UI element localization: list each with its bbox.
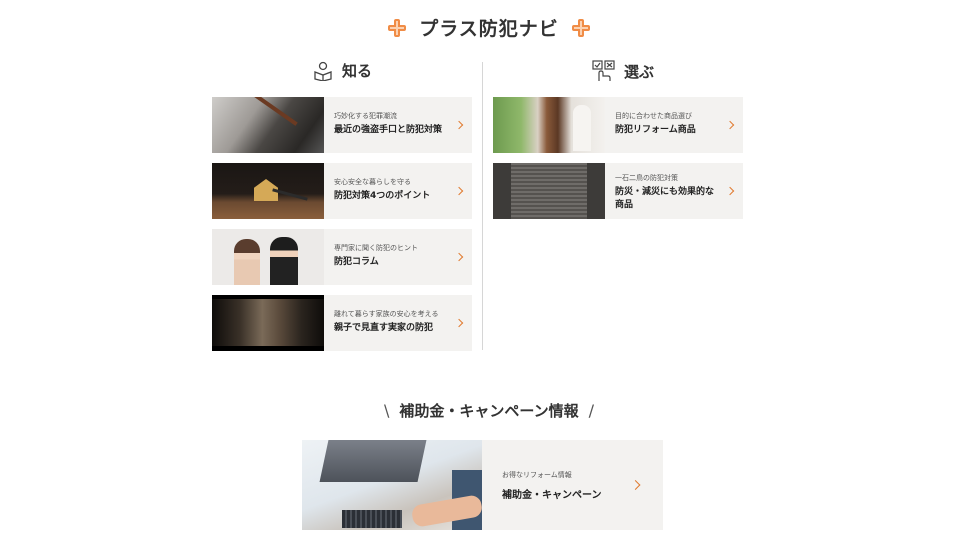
card-subtitle: 巧妙化する犯罪潮流	[334, 112, 397, 120]
heading-slash-left: \	[383, 401, 390, 420]
page-title: プラス防犯ナビ	[419, 18, 559, 40]
section-label-choose: 選ぶ	[624, 62, 655, 81]
campaign-subtitle: お得なリフォーム情報	[502, 471, 572, 479]
card-title: 防災・減災にも効果的な商品	[615, 187, 715, 210]
heading-slash-right: /	[588, 401, 595, 420]
campaign-heading: 補助金・キャンペーン情報	[399, 402, 579, 420]
card-thumbnail	[212, 163, 324, 219]
section-label-learn: 知る	[342, 62, 373, 80]
campaign-title: 補助金・キャンペーン	[502, 490, 602, 501]
card-subtitle: 離れて暮らす家族の安心を考える	[334, 310, 439, 318]
card-subtitle: 安心安全な暮らしを守る	[334, 178, 411, 186]
card-thumbnail	[493, 97, 605, 153]
campaign-thumbnail	[302, 440, 482, 530]
section-heading-learn: 知る	[312, 60, 372, 81]
section-heading-choose: 選ぶ	[592, 60, 654, 82]
learn-card-robbery[interactable]: 巧妙化する犯罪潮流 最近の強盗手口と防犯対策	[212, 97, 472, 153]
card-title: 防犯コラム	[334, 257, 379, 267]
learn-card-parents-home[interactable]: 離れて暮らす家族の安心を考える 親子で見直す実家の防犯	[212, 295, 472, 351]
campaign-heading-row: \ 補助金・キャンペーン情報 /	[0, 400, 978, 421]
card-thumbnail	[212, 97, 324, 153]
card-thumbnail	[493, 163, 605, 219]
card-title: 親子で見直す実家の防犯	[334, 323, 434, 333]
section-divider	[482, 62, 483, 350]
card-title: 最近の強盗手口と防犯対策	[334, 125, 443, 135]
card-thumbnail	[212, 229, 324, 285]
card-title: 防犯対策4つのポイント	[334, 191, 431, 201]
page-title-row: プラス防犯ナビ	[0, 14, 978, 41]
card-subtitle: 一石二鳥の防犯対策	[615, 174, 678, 182]
card-subtitle: 専門家に聞く防犯のヒント	[334, 244, 418, 252]
choose-card-reform-products[interactable]: 目的に合わせた商品選び 防犯リフォーム商品	[493, 97, 743, 153]
card-title: 防犯リフォーム商品	[615, 125, 696, 135]
plus-cross-icon	[387, 18, 407, 38]
reading-person-icon	[314, 61, 332, 81]
checklist-hand-icon	[592, 60, 615, 81]
card-thumbnail	[212, 295, 324, 351]
learn-card-column[interactable]: 専門家に聞く防犯のヒント 防犯コラム	[212, 229, 472, 285]
campaign-card[interactable]: お得なリフォーム情報 補助金・キャンペーン	[302, 440, 663, 530]
choose-card-disaster-products[interactable]: 一石二鳥の防犯対策 防災・減災にも効果的な商品	[493, 163, 743, 219]
card-subtitle: 目的に合わせた商品選び	[615, 112, 692, 120]
plus-cross-icon	[571, 18, 591, 38]
learn-card-four-points[interactable]: 安心安全な暮らしを守る 防犯対策4つのポイント	[212, 163, 472, 219]
